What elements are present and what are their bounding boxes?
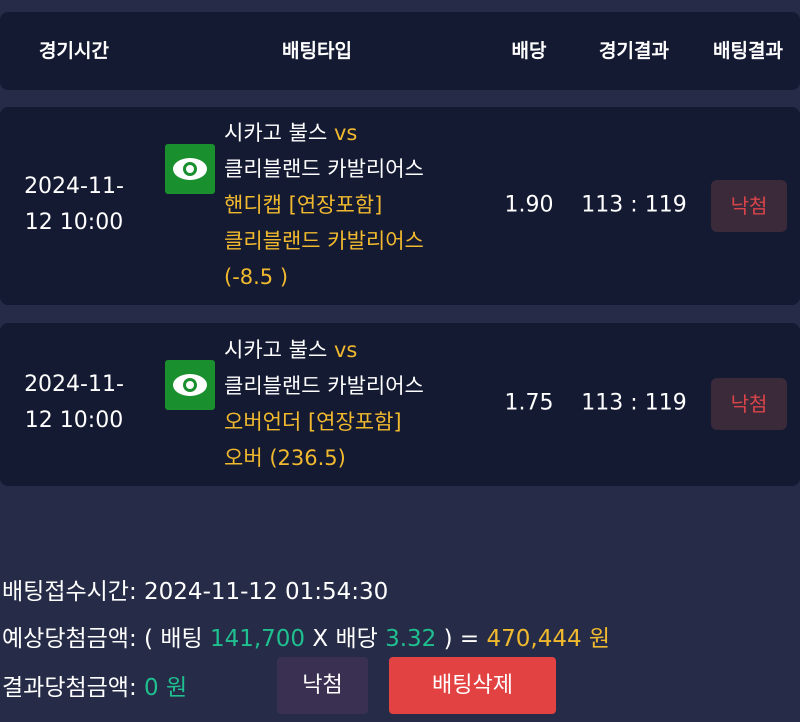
header-type: 배팅타입 xyxy=(282,40,352,62)
open-paren-text: ( 배팅 xyxy=(144,626,203,652)
match-time: 2024-11-12 10:00 xyxy=(14,169,134,241)
view-detail-button[interactable] xyxy=(165,360,215,410)
header-bet-result: 배팅결과 xyxy=(713,40,783,62)
result-status-button[interactable]: 낙첨 xyxy=(277,657,368,714)
receipt-time: 2024-11-12 01:54:30 xyxy=(144,579,389,605)
bet-row: 2024-11-12 10:00 시카고 불스 vs 클리블랜드 카발리어스 핸… xyxy=(0,107,800,305)
status-badge: 낙첨 xyxy=(711,180,787,232)
home-team: 시카고 불스 xyxy=(224,338,328,362)
bet-amount: 141,700 xyxy=(209,626,306,652)
expected-win-line: 예상당첨금액: ( 배팅 141,700 X 배당 3.32 ) = 470,4… xyxy=(2,619,610,653)
expected-label: 예상당첨금액: xyxy=(2,626,137,652)
market-name: 오버언더 [연장포함] xyxy=(224,410,402,434)
pick-line: (-8.5 ) xyxy=(224,265,289,289)
game-score: 113 : 119 xyxy=(581,192,687,218)
bet-type: 시카고 불스 vs 클리블랜드 카발리어스 오버언더 [연장포함] 오버 (23… xyxy=(224,332,424,476)
away-team: 클리블랜드 카발리어스 xyxy=(224,374,424,398)
match-time: 2024-11-12 10:00 xyxy=(14,367,134,439)
header-odds: 배당 xyxy=(511,40,547,62)
header-game-result: 경기결과 xyxy=(599,40,669,62)
receipt-label: 배팅접수시간: xyxy=(2,579,137,605)
vs-label: vs xyxy=(333,121,358,145)
bet-row: 2024-11-12 10:00 시카고 불스 vs 클리블랜드 카발리어스 오… xyxy=(0,323,800,486)
result-win-line: 결과당첨금액: 0 원 xyxy=(2,668,187,702)
view-detail-button[interactable] xyxy=(165,144,215,194)
total-odds: 3.32 xyxy=(385,626,437,652)
vs-label: vs xyxy=(333,338,358,362)
result-label: 결과당첨금액: xyxy=(2,675,137,701)
bet-type: 시카고 불스 vs 클리블랜드 카발리어스 핸디캡 [연장포함] 클리블랜드 카… xyxy=(224,115,424,295)
market-name: 핸디캡 [연장포함] xyxy=(224,193,383,217)
match-time-text: 2024-11-12 10:00 xyxy=(24,372,124,433)
eye-icon xyxy=(173,158,207,180)
table-header: 경기시간 배팅타입 배당 경기결과 배팅결과 xyxy=(0,12,800,90)
home-team: 시카고 불스 xyxy=(224,121,328,145)
eye-icon xyxy=(173,374,207,396)
result-amount: 0 원 xyxy=(144,675,188,701)
delete-bet-button[interactable]: 배팅삭제 xyxy=(389,657,556,714)
pick-name: 오버 (236.5) xyxy=(224,446,346,470)
receipt-time-line: 배팅접수시간: 2024-11-12 01:54:30 xyxy=(2,572,388,606)
header-time: 경기시간 xyxy=(39,40,109,62)
x-odds-text: X 배당 xyxy=(312,626,378,652)
match-teams: 시카고 불스 vs xyxy=(224,332,424,368)
away-team: 클리블랜드 카발리어스 xyxy=(224,157,424,181)
close-eq-text: ) = xyxy=(443,626,480,652)
expected-amount: 470,444 원 xyxy=(486,626,611,652)
odds-value: 1.90 xyxy=(504,192,554,218)
match-time-text: 2024-11-12 10:00 xyxy=(24,174,124,235)
status-badge: 낙첨 xyxy=(711,378,787,430)
match-teams: 시카고 불스 vs xyxy=(224,115,424,151)
odds-value: 1.75 xyxy=(504,390,554,416)
game-score: 113 : 119 xyxy=(581,390,687,416)
pick-name: 클리블랜드 카발리어스 xyxy=(224,229,424,253)
